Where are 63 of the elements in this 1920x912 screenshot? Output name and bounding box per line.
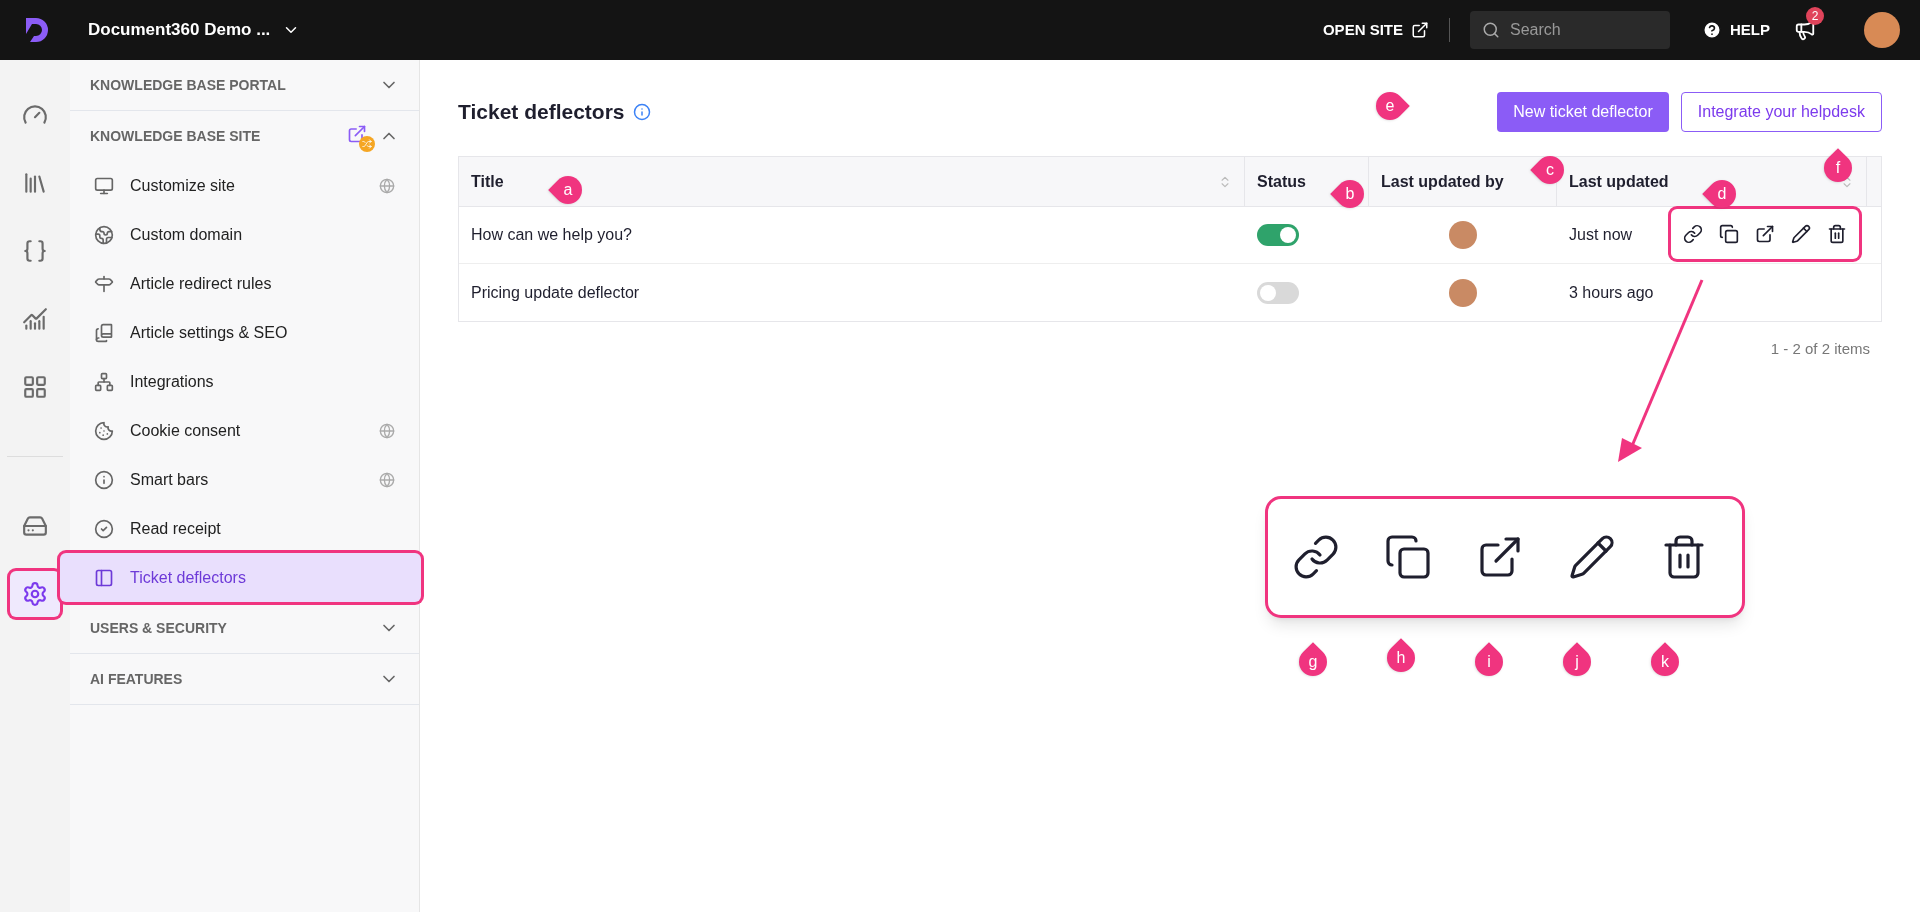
info-icon[interactable]	[632, 103, 651, 121]
network-icon	[94, 371, 114, 392]
link-icon	[1292, 533, 1340, 581]
project-selector[interactable]: Document360 Demo ...	[88, 17, 301, 43]
sidebar-item[interactable]: Integrations	[70, 357, 419, 406]
cookie-icon	[94, 420, 114, 441]
sidebar-item[interactable]: Article settings & SEO	[70, 308, 419, 357]
column-header[interactable]: Title	[471, 169, 504, 194]
new-ticket-deflector-button[interactable]: New ticket deflector	[1497, 92, 1669, 132]
sidebar-item[interactable]: Read receipt	[70, 504, 419, 553]
chart-icon	[22, 306, 48, 332]
column-header[interactable]: Last updated	[1569, 169, 1669, 194]
earth-icon	[94, 224, 114, 245]
pencil-icon	[1568, 533, 1616, 581]
sidebar-item[interactable]: Custom domain	[70, 210, 419, 259]
external-link-icon[interactable]	[1755, 224, 1775, 244]
books-icon	[22, 170, 48, 196]
copy-icon	[1384, 533, 1432, 581]
search-field[interactable]: Search	[1470, 11, 1670, 49]
books-icon	[94, 322, 114, 343]
panel-icon	[94, 567, 114, 588]
settings-icon	[22, 581, 48, 607]
copy-icon[interactable]	[1719, 224, 1739, 244]
help-button[interactable]: HELP	[1702, 18, 1770, 42]
signpost-icon	[94, 273, 114, 294]
avatar	[1449, 278, 1477, 307]
notification-badge: 2	[1806, 7, 1824, 25]
sidebar-item[interactable]: Smart bars	[70, 455, 419, 504]
avatar[interactable]	[1864, 12, 1900, 48]
status-toggle[interactable]	[1257, 281, 1299, 304]
grid-icon	[22, 374, 48, 400]
updated-time: 3 hours ago	[1569, 282, 1654, 303]
avatar	[1449, 221, 1477, 249]
deflector-title: Pricing update deflector	[471, 282, 640, 303]
sidebar-item[interactable]: Ticket deflectors	[60, 553, 421, 602]
info-icon	[94, 469, 114, 490]
section-header[interactable]: USERS & SECURITY	[70, 603, 419, 653]
section-header[interactable]: AI FEATURES	[70, 654, 419, 704]
external-link-icon	[1411, 21, 1429, 39]
page-title: Ticket deflectors	[458, 99, 625, 126]
braces-icon	[22, 238, 48, 264]
link-icon[interactable]	[1683, 224, 1703, 244]
trash-icon[interactable]	[1827, 224, 1847, 244]
column-header[interactable]: Status	[1257, 169, 1306, 194]
pencil-icon[interactable]	[1791, 224, 1811, 244]
sidebar-item[interactable]: Cookie consent	[70, 406, 419, 455]
check-circle-icon	[94, 518, 114, 539]
status-toggle[interactable]	[1257, 224, 1299, 246]
open-site-link[interactable]: OPEN SITE	[1322, 18, 1429, 42]
column-header[interactable]: Last updated by	[1381, 169, 1504, 194]
sidebar-item[interactable]: Article redirect rules	[70, 259, 419, 308]
pagination-summary: 1 - 2 of 2 items	[1770, 339, 1870, 359]
drive-icon	[22, 513, 48, 539]
help-icon	[1702, 20, 1722, 40]
rail-button[interactable]	[10, 571, 60, 617]
monitor-icon	[94, 175, 114, 196]
section-header[interactable]: KNOWLEDGE BASE PORTAL	[70, 60, 419, 110]
sidebar-item[interactable]: Customize site	[70, 161, 419, 210]
section-header[interactable]: KNOWLEDGE BASE SITE	[70, 111, 419, 161]
updated-time: Just now	[1569, 225, 1633, 245]
deflector-title: How can we help you?	[471, 225, 632, 245]
search-icon	[1482, 21, 1500, 39]
integrate-helpdesk-button[interactable]: Integrate your helpdesk	[1680, 92, 1882, 132]
